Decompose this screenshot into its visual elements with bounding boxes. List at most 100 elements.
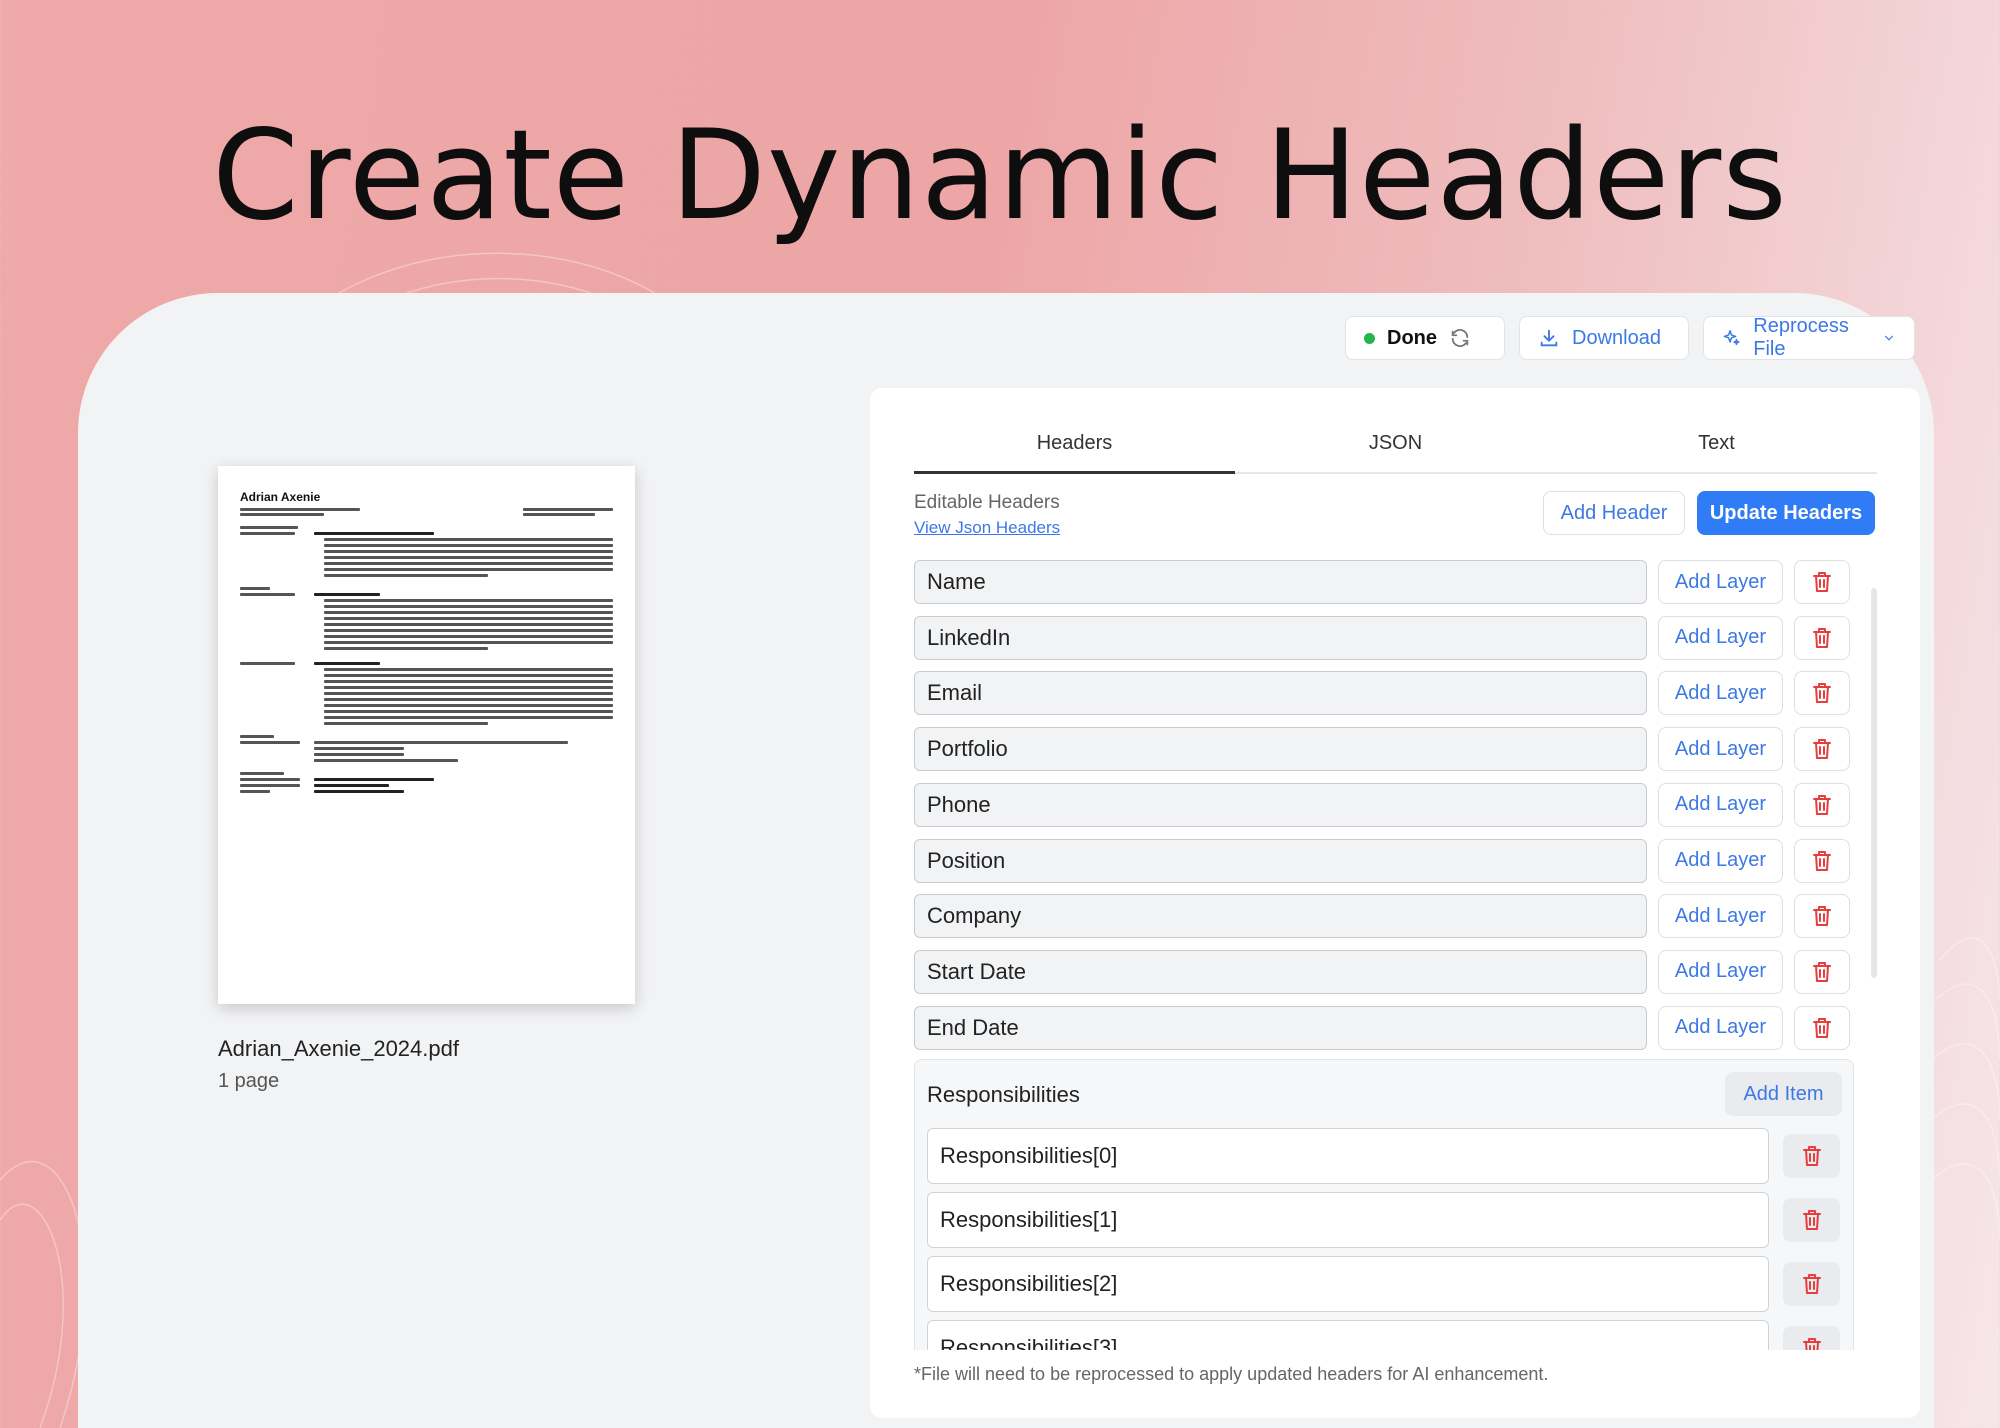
header-name-input[interactable]: Company: [914, 894, 1647, 939]
delete-item-button[interactable]: [1783, 1262, 1840, 1307]
preview-row: [240, 741, 613, 762]
header-name-input[interactable]: End Date: [914, 1005, 1647, 1050]
trash-icon: [1802, 1337, 1822, 1350]
trash-icon: [1812, 850, 1832, 872]
preview-section: [240, 526, 613, 529]
trash-icon: [1812, 905, 1832, 927]
reprocess-footnote: *File will need to be reprocessed to app…: [914, 1364, 1549, 1384]
download-button[interactable]: Download: [1519, 316, 1689, 360]
add-layer-button[interactable]: Add Layer: [1658, 560, 1783, 604]
preview-row: [240, 778, 613, 793]
trash-icon: [1812, 961, 1832, 983]
delete-header-button[interactable]: [1794, 560, 1850, 604]
file-page-count: 1 page: [218, 1070, 280, 1092]
view-json-headers-link[interactable]: View Json Headers: [914, 518, 1060, 538]
chevron-down-icon[interactable]: [1882, 327, 1896, 349]
refresh-icon[interactable]: [1449, 327, 1471, 349]
preview-row: [240, 662, 613, 725]
tab-json[interactable]: JSON: [1235, 428, 1556, 472]
trash-icon: [1812, 738, 1832, 760]
preview-name: Adrian Axenie: [240, 490, 321, 504]
header-row: Start Date Add Layer: [914, 949, 1854, 994]
responsibility-item: Responsibilities[0]: [927, 1128, 1841, 1185]
add-layer-button[interactable]: Add Layer: [1658, 1005, 1783, 1050]
file-name: Adrian_Axenie_2024.pdf: [218, 1036, 459, 1061]
group-title: Responsibilities: [927, 1082, 1080, 1108]
download-label: Download: [1572, 326, 1661, 349]
header-name-input[interactable]: LinkedIn: [914, 615, 1647, 660]
scrollbar[interactable]: [1871, 588, 1877, 978]
add-layer-button[interactable]: Add Layer: [1658, 727, 1783, 772]
editable-headers-label: Editable Headers: [914, 492, 1060, 513]
preview-section: [240, 735, 613, 738]
tab-headers[interactable]: Headers: [914, 428, 1235, 474]
delete-header-button[interactable]: [1794, 782, 1850, 827]
responsibility-input[interactable]: Responsibilities[1]: [927, 1192, 1769, 1249]
reprocess-label: Reprocess File: [1753, 315, 1849, 360]
sparkles-icon: [1723, 330, 1740, 346]
trash-icon: [1812, 571, 1832, 593]
header-row: Portfolio Add Layer: [914, 727, 1854, 772]
document-preview[interactable]: Adrian Axenie: [218, 466, 635, 1004]
add-layer-button[interactable]: Add Layer: [1658, 894, 1783, 939]
trash-icon: [1802, 1145, 1822, 1167]
header-row: Email Add Layer: [914, 671, 1854, 716]
header-name-input[interactable]: Position: [914, 838, 1647, 883]
add-header-button[interactable]: Add Header: [1543, 491, 1685, 535]
tab-text[interactable]: Text: [1556, 428, 1877, 472]
delete-header-button[interactable]: [1794, 671, 1850, 716]
add-layer-button[interactable]: Add Layer: [1658, 782, 1783, 827]
trash-icon: [1812, 682, 1832, 704]
trash-icon: [1812, 1017, 1832, 1039]
header-row: Company Add Layer: [914, 894, 1854, 939]
responsibility-input[interactable]: Responsibilities[3]: [927, 1320, 1769, 1350]
add-layer-button[interactable]: Add Layer: [1658, 615, 1783, 660]
header-list[interactable]: Name Add Layer LinkedIn Add Layer Email Add…: [914, 560, 1877, 1350]
add-layer-button[interactable]: Add Layer: [1658, 671, 1783, 716]
responsibility-item: Responsibilities[1]: [927, 1192, 1841, 1249]
add-layer-button[interactable]: Add Layer: [1658, 949, 1783, 994]
delete-item-button[interactable]: [1783, 1198, 1840, 1243]
delete-header-button[interactable]: [1794, 727, 1850, 772]
delete-item-button[interactable]: [1783, 1134, 1840, 1179]
trash-icon: [1802, 1209, 1822, 1231]
delete-header-button[interactable]: [1794, 1005, 1850, 1050]
delete-header-button[interactable]: [1794, 949, 1850, 994]
header-row: End Date Add Layer: [914, 1005, 1854, 1050]
trash-icon: [1812, 627, 1832, 649]
update-headers-button[interactable]: Update Headers: [1697, 491, 1875, 535]
page-headline: Create Dynamic Headers: [212, 104, 1788, 248]
reprocess-file-button[interactable]: Reprocess File: [1703, 315, 1915, 360]
header-name-input[interactable]: Portfolio: [914, 727, 1647, 772]
status-label: Done: [1387, 326, 1437, 349]
preview-section: [240, 772, 613, 775]
header-row: Name Add Layer: [914, 560, 1854, 604]
status-dot: [1364, 332, 1375, 344]
delete-header-button[interactable]: [1794, 838, 1850, 883]
header-name-input[interactable]: Name: [914, 560, 1647, 604]
responsibilities-group: Responsibilities Add Item Responsibilities…: [914, 1059, 1854, 1350]
delete-header-button[interactable]: [1794, 894, 1850, 939]
responsibility-item: Responsibilities[2]: [927, 1256, 1841, 1313]
delete-header-button[interactable]: [1794, 615, 1850, 660]
preview-row: [240, 593, 613, 650]
delete-item-button[interactable]: [1783, 1326, 1840, 1350]
add-item-button[interactable]: Add Item: [1725, 1072, 1842, 1117]
preview-contact: [240, 506, 613, 516]
tab-bar: Headers JSON Text: [914, 428, 1877, 474]
header-name-input[interactable]: Email: [914, 671, 1647, 716]
trash-icon: [1802, 1273, 1822, 1295]
responsibility-item: Responsibilities[3]: [927, 1320, 1841, 1350]
status-indicator[interactable]: Done: [1345, 316, 1505, 360]
responsibility-input[interactable]: Responsibilities[2]: [927, 1256, 1769, 1313]
preview-row: [240, 532, 613, 577]
add-layer-button[interactable]: Add Layer: [1658, 838, 1783, 883]
header-name-input[interactable]: Start Date: [914, 949, 1647, 994]
download-icon: [1540, 329, 1558, 347]
header-row: Position Add Layer: [914, 838, 1854, 883]
header-name-input[interactable]: Phone: [914, 782, 1647, 827]
preview-section: [240, 587, 613, 590]
responsibility-input[interactable]: Responsibilities[0]: [927, 1128, 1769, 1185]
header-row: Phone Add Layer: [914, 782, 1854, 827]
header-row: LinkedIn Add Layer: [914, 615, 1854, 660]
